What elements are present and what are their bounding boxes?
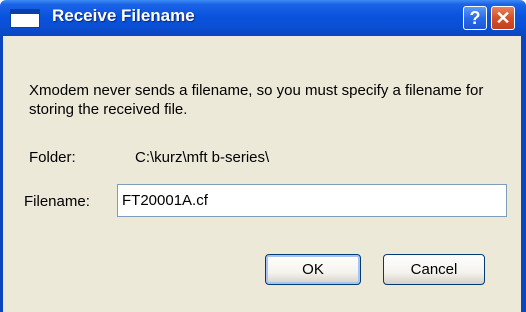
dialog-title: Receive Filename — [52, 6, 195, 25]
folder-path: C:\kurz\mft b-series\ — [135, 149, 270, 166]
cancel-button[interactable]: Cancel — [383, 254, 485, 285]
filename-label: Filename: — [24, 193, 90, 210]
help-icon[interactable]: ? — [463, 6, 487, 30]
window-frame-right — [521, 36, 526, 312]
receive-filename-dialog: Receive Filename ? ✕ Xmodem never sends … — [0, 0, 526, 312]
title-bar[interactable]: Receive Filename ? ✕ — [0, 0, 526, 36]
folder-label: Folder: — [29, 149, 76, 166]
window-icon — [10, 9, 40, 28]
filename-input[interactable] — [117, 184, 507, 217]
instruction-text: Xmodem never sends a filename, so you mu… — [29, 82, 484, 118]
close-icon[interactable]: ✕ — [491, 6, 515, 30]
ok-button[interactable]: OK — [265, 254, 361, 285]
